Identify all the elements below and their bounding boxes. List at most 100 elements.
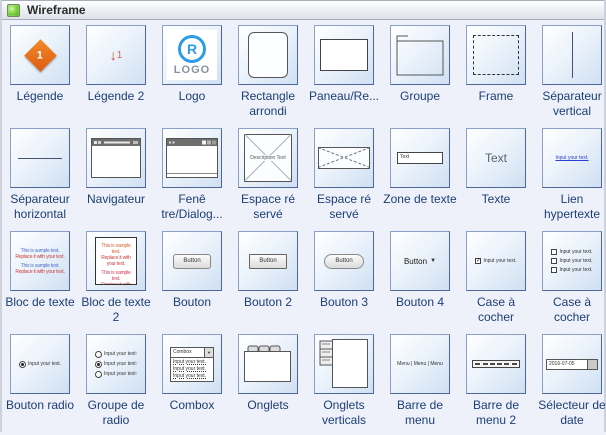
shape-label: Barre de menu	[396, 398, 444, 427]
shape-label: Espace ré servé	[316, 192, 372, 221]
library-section-header[interactable]: Wireframe	[2, 0, 604, 20]
text-block-icon: This is sample text. Replace it with you…	[10, 231, 70, 291]
shape-item-onglets-verticals[interactable]: Onglets verticals	[306, 332, 382, 435]
shape-item-bouton-2[interactable]: Button Bouton 2	[230, 229, 306, 332]
logo-icon: R LOGO	[162, 25, 222, 85]
shape-item-zone-de-texte[interactable]: Text Zone de texte	[382, 126, 458, 229]
shape-label: Sélecteur de date	[538, 398, 606, 427]
checkbox-row: Input your text.	[551, 249, 593, 255]
checkbox-label: Input your text.	[559, 267, 593, 273]
radio-label: Input your text:	[103, 351, 138, 357]
horizontal-separator-icon	[10, 128, 70, 188]
shape-item-bouton-radio[interactable]: Input your text. Bouton radio	[2, 332, 78, 435]
menu-bar-2-icon	[466, 334, 526, 394]
sample-text-line: Replace it with your text.	[101, 255, 131, 267]
shape-label: Lien hypertexte	[543, 192, 601, 221]
menu-dash	[511, 363, 517, 365]
shape-item-espace-reserve[interactable]: Description Text Espace ré servé	[230, 126, 306, 229]
shape-label: Séparateur vertical	[542, 89, 602, 118]
combobox-icon: Combox ▼ Input your text. Input your tex…	[162, 334, 222, 394]
shape-label: Séparateur horizontal	[10, 192, 70, 221]
radio-label: Input your text:	[103, 361, 138, 367]
textbox-value: Text	[400, 154, 410, 160]
shape-item-rectangle-arrondi[interactable]: Rectangle arrondi	[230, 23, 306, 126]
panel-icon	[314, 25, 374, 85]
logo-shape: R LOGO	[167, 30, 217, 80]
shape-item-combox[interactable]: Combox ▼ Input your text. Input your tex…	[154, 332, 230, 435]
checkbox-icon	[551, 258, 558, 264]
shape-label: Bloc de texte 2	[81, 295, 151, 324]
window-dialog-icon	[162, 128, 222, 188]
group-shape	[396, 35, 444, 76]
shape-item-bloc-de-texte[interactable]: This is sample text. Replace it with you…	[2, 229, 78, 332]
radio-row: Input your text:	[94, 370, 137, 378]
combobox-value: Combox	[173, 348, 192, 355]
dialog-window-shape	[166, 138, 218, 178]
menu-dash	[504, 363, 510, 365]
badge-number: 1	[36, 49, 44, 61]
shape-item-frame[interactable]: Frame	[458, 23, 534, 126]
shape-label: Barre de menu 2	[472, 398, 520, 427]
menu-dash	[482, 363, 488, 365]
shape-item-paneau[interactable]: Paneau/Re...	[306, 23, 382, 126]
shape-item-bloc-de-texte-2[interactable]: This is sample text. Replace it with you…	[78, 229, 154, 332]
checkbox-row: Input your text.	[551, 258, 593, 264]
checkbox-row: ✓ Input your text.	[475, 258, 517, 264]
sample-text-line: Replace it with your text.	[15, 268, 65, 275]
menu-bar-icon: Menu | Menu | Menu	[390, 334, 450, 394]
shape-item-espace-reserve-2[interactable]: Espace ré servé	[306, 126, 382, 229]
checkbox-icon	[551, 267, 558, 273]
date-picker-icon: 2016-07-05	[542, 334, 602, 394]
text-block-2-shape: This is sample text. Replace it with you…	[95, 237, 137, 285]
shape-item-onglets[interactable]: Onglets	[230, 332, 306, 435]
shape-item-texte[interactable]: Text Texte	[458, 126, 534, 229]
button-2-shape: Button	[249, 253, 287, 269]
logo-word: LOGO	[173, 63, 211, 76]
shape-item-bouton-3[interactable]: Button Bouton 3	[306, 229, 382, 332]
placeholder-wide-shape	[318, 147, 370, 169]
menu-bar-text: Menu | Menu | Menu	[397, 361, 443, 367]
shape-item-separateur-vertical[interactable]: Séparateur vertical	[534, 23, 606, 126]
frame-icon	[466, 25, 526, 85]
shape-item-case-a-cocher-2[interactable]: Input your text. Input your text. Input …	[534, 229, 606, 332]
shape-grid: 1 Légende ↓ 1 Légende 2 R LOGO Logo Rect…	[2, 20, 606, 435]
shape-item-bouton[interactable]: Button Bouton	[154, 229, 230, 332]
shape-item-legende-2[interactable]: ↓ 1 Légende 2	[78, 23, 154, 126]
radio-button-icon: Input your text.	[10, 334, 70, 394]
tabs-icon	[238, 334, 298, 394]
radio-group-shape: Input your text: Input your text: Input …	[94, 350, 138, 378]
radio-row: Input your text:	[94, 360, 138, 368]
shape-item-selecteur-de-date[interactable]: 2016-07-05 Sélecteur de date	[534, 332, 606, 435]
checkbox-group-shape: Input your text. Input your text. Input …	[551, 249, 593, 273]
textbox-shape: Text	[397, 152, 443, 164]
menu-dash	[475, 363, 481, 365]
shape-item-bouton-4[interactable]: Button ▼ Bouton 4	[382, 229, 458, 332]
shape-item-separateur-horizontal[interactable]: Séparateur horizontal	[2, 126, 78, 229]
shape-item-groupe-de-radio[interactable]: Input your text: Input your text: Input …	[78, 332, 154, 435]
shape-label: Bouton radio	[5, 398, 75, 412]
shape-item-lien-hypertexte[interactable]: Input your text. Lien hypertexte	[534, 126, 606, 229]
shape-label: Légende	[16, 89, 64, 103]
shape-item-navigateur[interactable]: Navigateur	[78, 126, 154, 229]
vertical-separator-icon	[542, 25, 602, 85]
shape-label: Onglets verticals	[321, 398, 366, 427]
shape-label: Rectangle arrondi	[240, 89, 296, 118]
shape-item-groupe[interactable]: Groupe	[382, 23, 458, 126]
radio-icon	[94, 350, 102, 358]
shape-item-fenetre-dialog[interactable]: Fenê tre/Dialog...	[154, 126, 230, 229]
hyperlink-text: Input your text.	[555, 155, 589, 161]
shape-item-case-a-cocher[interactable]: ✓ Input your text. Case à cocher	[458, 229, 534, 332]
sample-text-line: Replace it with your text.	[101, 282, 131, 285]
shape-item-legende[interactable]: 1 Légende	[2, 23, 78, 126]
diamond-badge-icon: 1	[23, 38, 57, 72]
shape-label: Case à cocher	[476, 295, 516, 324]
shape-item-barre-de-menu[interactable]: Menu | Menu | Menu Barre de menu	[382, 332, 458, 435]
tabs-shape	[244, 345, 291, 382]
checkbox-icon: ✓ Input your text.	[466, 231, 526, 291]
shape-label: Logo	[178, 89, 206, 103]
sample-text-line: This is sample text.	[101, 270, 131, 282]
shape-item-barre-de-menu-2[interactable]: Barre de menu 2	[458, 332, 534, 435]
dropdown-button-shape: Button ▼	[404, 257, 436, 266]
shape-item-logo[interactable]: R LOGO Logo	[154, 23, 230, 126]
shape-label: Fenê tre/Dialog...	[161, 192, 223, 221]
